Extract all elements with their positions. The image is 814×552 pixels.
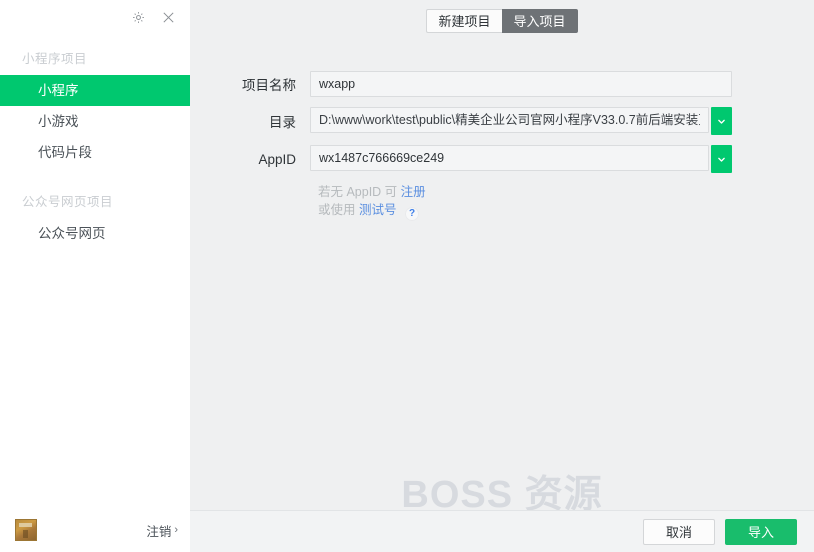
sidebar-section-title-official-account: 公众号网页项目 <box>22 195 114 209</box>
tab-import-project[interactable]: 导入项目 <box>501 9 578 33</box>
cancel-button[interactable]: 取消 <box>643 518 715 545</box>
sidebar-item-label: 代码片段 <box>38 145 92 160</box>
sidebar-titlebar <box>0 0 190 34</box>
tab-label: 导入项目 <box>513 14 566 29</box>
gear-icon[interactable] <box>128 7 148 27</box>
field-wrap-project-name <box>310 71 732 97</box>
label-directory: 目录 <box>269 115 296 130</box>
appid-input[interactable] <box>310 145 709 171</box>
label-appid: AppID <box>258 151 296 167</box>
label-project-name: 项目名称 <box>242 78 296 93</box>
import-project-form: 项目名称 目录 AppID <box>190 71 814 221</box>
sidebar-item-minigame[interactable]: 小游戏 <box>0 106 190 137</box>
appid-dropdown-button[interactable] <box>711 145 732 173</box>
avatar[interactable] <box>15 519 37 541</box>
directory-dropdown-button[interactable] <box>711 107 732 135</box>
chevron-right-icon: › <box>174 524 178 536</box>
directory-input[interactable] <box>310 107 709 133</box>
form-row-appid: AppID <box>190 145 814 173</box>
import-button[interactable]: 导入 <box>725 518 797 545</box>
form-row-project-name: 项目名称 <box>190 71 814 97</box>
test-account-link[interactable]: 测试号 <box>359 203 397 217</box>
sidebar-footer: 注销 › <box>0 508 190 552</box>
hint-line-testid: 或使用 测试号 ? <box>318 201 814 221</box>
tab-new-project[interactable]: 新建项目 <box>426 9 502 33</box>
import-project-window: 小程序项目 小程序 小游戏 代码片段 公众号网页项目 公众号网页 注销 › 新建… <box>0 0 814 552</box>
hint-testid-prefix: 或使用 <box>318 203 356 217</box>
field-wrap-directory <box>310 107 732 135</box>
dialog-footer: 取消 导入 <box>190 510 814 552</box>
help-icon[interactable]: ? <box>405 207 419 221</box>
sidebar-item-miniprogram[interactable]: 小程序 <box>0 75 190 106</box>
sidebar-item-label: 小程序 <box>38 83 79 98</box>
tab-bar: 新建项目 导入项目 <box>190 0 814 33</box>
sidebar-item-official-account-page[interactable]: 公众号网页 <box>0 218 190 249</box>
form-row-directory: 目录 <box>190 107 814 135</box>
logout-label: 注销 <box>146 524 172 539</box>
sidebar-section-title-miniprogram: 小程序项目 <box>22 52 88 66</box>
hint-register-prefix: 若无 AppID 可 <box>318 185 398 199</box>
sidebar: 小程序项目 小程序 小游戏 代码片段 公众号网页项目 公众号网页 注销 › <box>0 0 190 552</box>
close-icon[interactable] <box>158 7 178 27</box>
sidebar-item-label: 公众号网页 <box>38 226 106 241</box>
logout-button[interactable]: 注销 › <box>146 521 178 540</box>
tab-label: 新建项目 <box>438 14 491 29</box>
sidebar-item-code-snippet[interactable]: 代码片段 <box>0 137 190 168</box>
appid-hints: 若无 AppID 可 注册 或使用 测试号 ? <box>310 183 814 221</box>
field-wrap-appid <box>310 145 732 173</box>
project-name-input[interactable] <box>310 71 732 97</box>
import-label: 导入 <box>747 525 774 540</box>
sidebar-item-label: 小游戏 <box>38 114 79 129</box>
hint-line-register: 若无 AppID 可 注册 <box>318 183 814 201</box>
cancel-label: 取消 <box>665 525 692 540</box>
register-link[interactable]: 注册 <box>401 185 426 199</box>
main-panel: 新建项目 导入项目 项目名称 目录 <box>190 0 814 552</box>
